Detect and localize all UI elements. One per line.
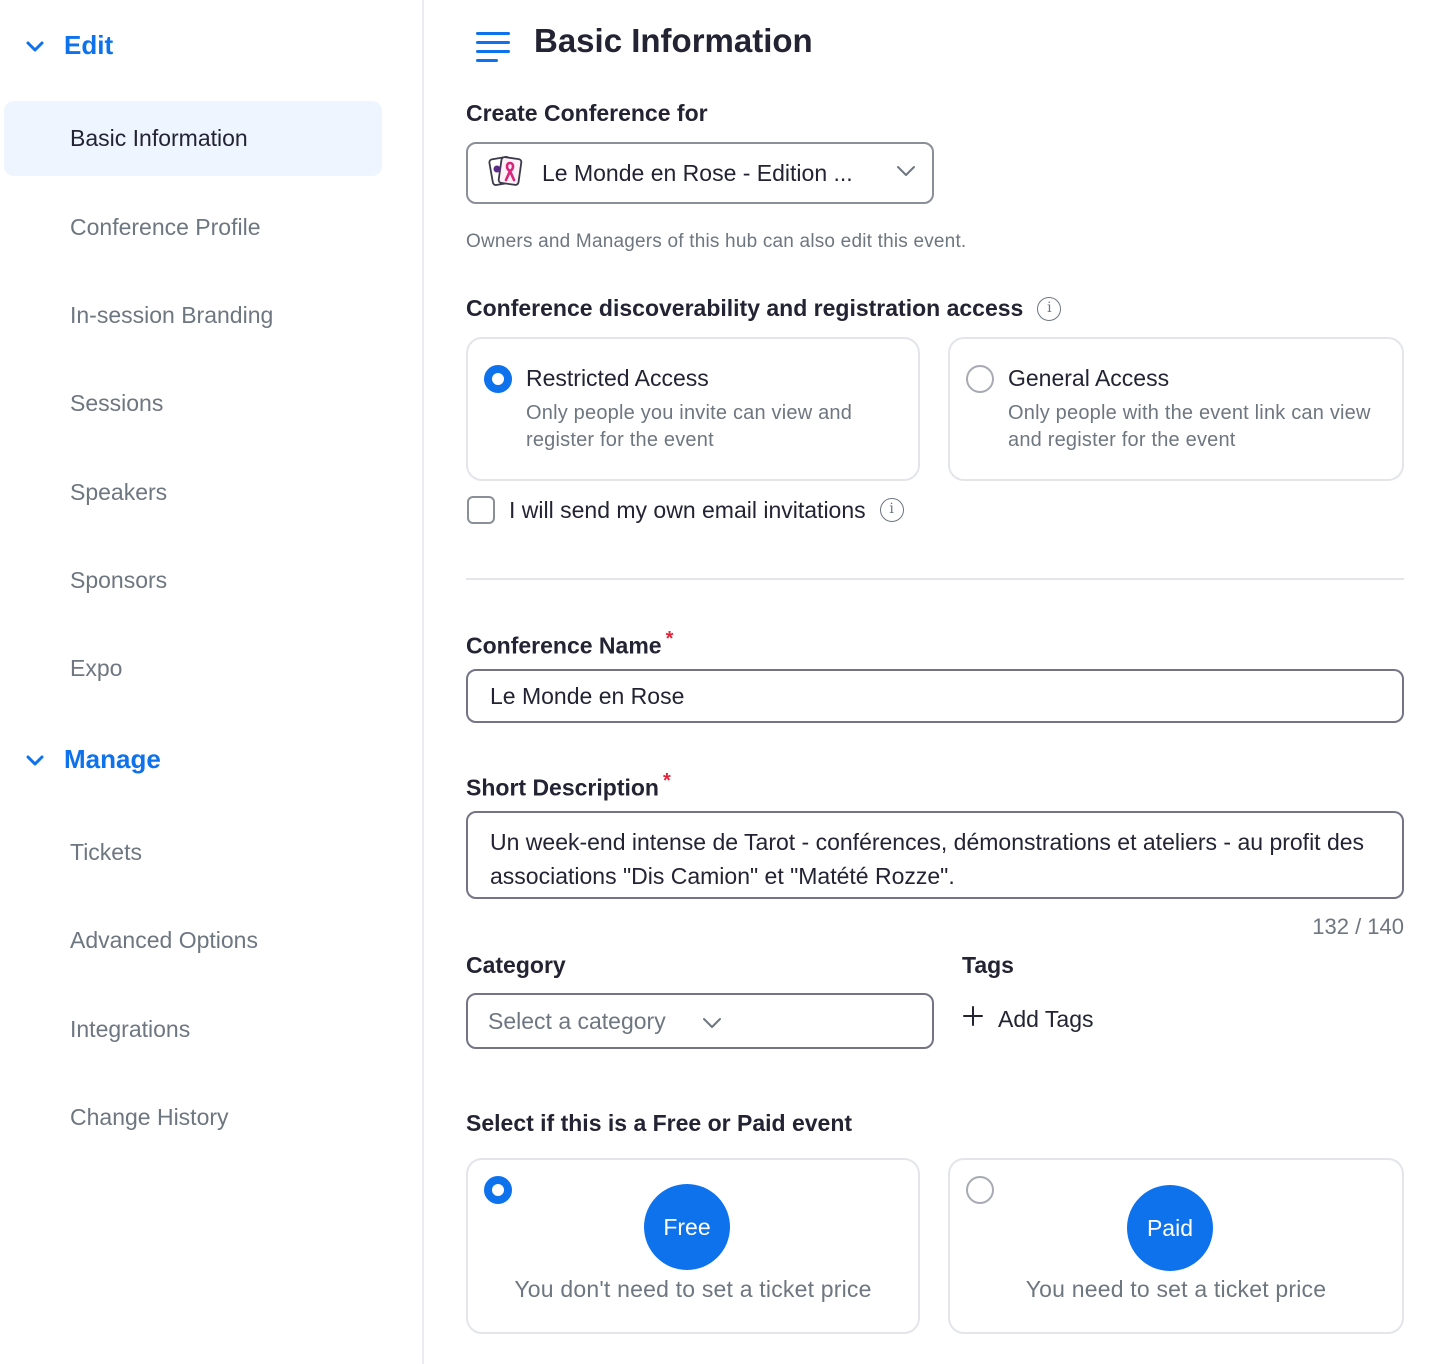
nav-group-edit-label: Edit (64, 30, 114, 60)
restricted-radio[interactable] (484, 365, 512, 393)
sidebar-item-expo[interactable]: Expo (4, 631, 382, 706)
hub-select[interactable]: Le Monde en Rose - Edition ... (466, 142, 934, 204)
nav-group-manage[interactable]: Manage (24, 744, 161, 775)
info-icon[interactable]: i (879, 498, 904, 522)
desc-label-text: Short Description (466, 774, 659, 801)
hub-hint: Owners and Managers of this hub can also… (466, 231, 967, 252)
access-option-general[interactable]: General Access Only people with the even… (948, 337, 1404, 481)
nav-group-edit[interactable]: Edit (24, 30, 113, 61)
main-content: Basic Information Create Conference for … (466, 0, 1406, 1364)
chevron-down-icon (24, 35, 46, 57)
own-email-label: I will send my own email invitations (509, 496, 866, 523)
free-radio[interactable] (484, 1176, 512, 1204)
chevron-down-icon (702, 1008, 916, 1035)
short-description-input[interactable]: Un week-end intense de Tarot - conférenc… (466, 811, 1404, 899)
hub-logo-icon (488, 153, 524, 194)
sidebar-item-sessions[interactable]: Sessions (4, 366, 382, 441)
sidebar-item-conference-profile[interactable]: Conference Profile (4, 190, 382, 265)
sidebar-item-in-session-branding[interactable]: In-session Branding (4, 278, 382, 353)
info-icon[interactable]: i (1037, 296, 1062, 321)
name-label: Conference Name * (466, 628, 673, 660)
add-tags-label: Add Tags (998, 1005, 1094, 1032)
free-badge: Free (644, 1184, 730, 1270)
paid-desc: You need to set a ticket price (1025, 1276, 1327, 1302)
price-option-free[interactable]: Free You don't need to set a ticket pric… (466, 1158, 920, 1334)
sidebar: Edit Basic Information Conference Profil… (0, 0, 424, 1364)
conference-name-input[interactable]: Le Monde en Rose (466, 669, 1404, 723)
name-label-text: Conference Name (466, 632, 662, 659)
free-desc: You don't need to set a ticket price (514, 1276, 872, 1302)
hub-select-value: Le Monde en Rose - Edition ... (542, 159, 853, 186)
list-icon (474, 30, 512, 64)
required-mark: * (662, 770, 671, 792)
section-divider (466, 578, 1404, 580)
category-label: Category (466, 952, 566, 978)
create-for-label: Create Conference for (466, 100, 708, 126)
restricted-desc: Only people you invite can view and regi… (526, 402, 853, 451)
access-label-row: Conference discoverability and registrat… (466, 295, 1062, 322)
restricted-title: Restricted Access (526, 365, 709, 391)
category-select[interactable]: Select a category (466, 993, 934, 1049)
sidebar-item-speakers[interactable]: Speakers (4, 455, 382, 530)
general-radio[interactable] (966, 365, 994, 393)
general-title: General Access (1008, 365, 1170, 391)
sidebar-item-change-history[interactable]: Change History (4, 1080, 382, 1155)
paid-badge: Paid (1127, 1185, 1213, 1271)
access-label: Conference discoverability and registrat… (466, 295, 1024, 321)
own-email-row: I will send my own email invitations i (467, 496, 904, 524)
page-title: Basic Information (534, 22, 813, 59)
price-label: Select if this is a Free or Paid event (466, 1110, 853, 1136)
chevron-down-icon (896, 164, 916, 182)
sidebar-item-advanced-options[interactable]: Advanced Options (4, 903, 382, 978)
price-option-paid[interactable]: Paid You need to set a ticket price (948, 1158, 1404, 1334)
add-tags-button[interactable]: Add Tags (962, 1005, 1093, 1033)
plus-icon (962, 1005, 984, 1033)
desc-label: Short Description * (466, 770, 671, 802)
sidebar-item-sponsors[interactable]: Sponsors (4, 543, 382, 618)
sidebar-item-tickets[interactable]: Tickets (4, 815, 382, 890)
own-email-checkbox[interactable] (467, 496, 495, 524)
chevron-down-icon (24, 749, 46, 771)
access-option-restricted[interactable]: Restricted Access Only people you invite… (466, 337, 920, 481)
tags-label: Tags (962, 952, 1014, 978)
nav-group-manage-label: Manage (64, 744, 161, 774)
paid-radio[interactable] (966, 1176, 994, 1204)
sidebar-item-integrations[interactable]: Integrations (4, 992, 382, 1067)
required-mark: * (665, 628, 674, 650)
general-desc: Only people with the event link can view… (1008, 402, 1371, 451)
sidebar-item-basic-information[interactable]: Basic Information (4, 101, 382, 176)
description-counter: 132 / 140 (1312, 914, 1404, 939)
category-placeholder: Select a category (488, 1007, 666, 1034)
